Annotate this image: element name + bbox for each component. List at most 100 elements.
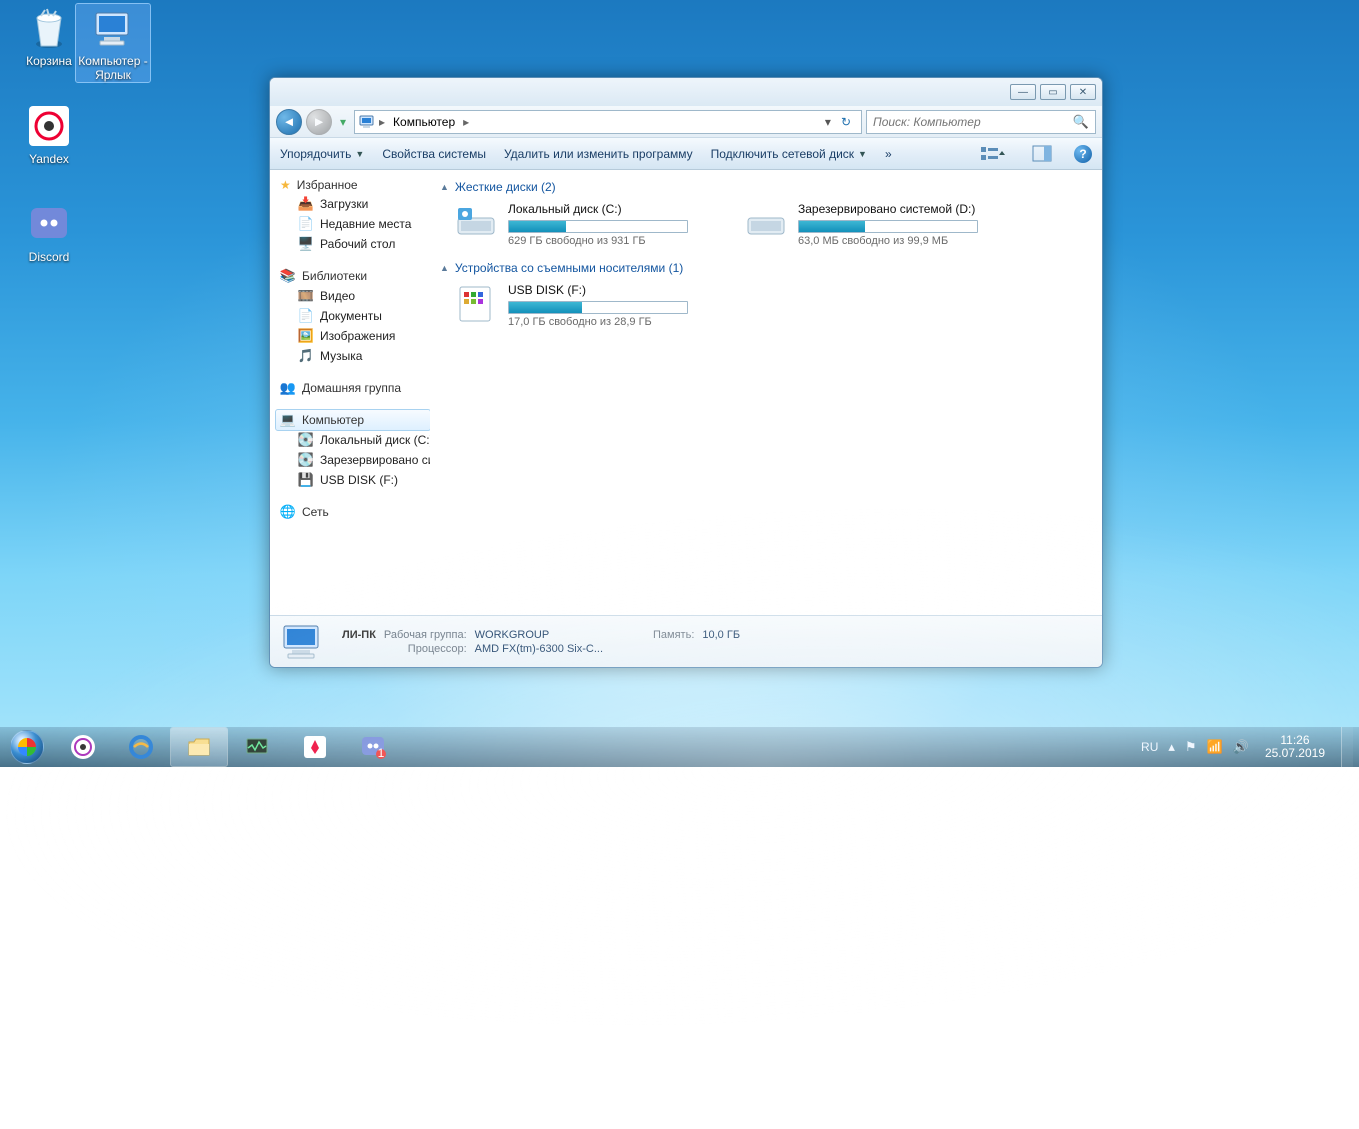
forward-button[interactable]: ► <box>306 109 332 135</box>
folder-icon: 📥 <box>298 196 314 212</box>
usb-drive-icon <box>454 283 498 323</box>
address-bar[interactable]: ▸ Компьютер ▸ ▾ ↻ <box>354 110 862 134</box>
window-titlebar[interactable]: — ▭ ✕ <box>270 78 1102 106</box>
taskbar-yandex-browser[interactable] <box>287 728 343 766</box>
desktop-icon-yandex[interactable]: Yandex <box>12 102 86 166</box>
nav-drive-c[interactable]: 💽Локальный диск (C:) <box>276 430 430 450</box>
nav-videos[interactable]: 🎞️Видео <box>276 286 430 306</box>
content-pane[interactable]: ▲Жесткие диски (2) Локальный диск (C:) 6… <box>430 170 1102 615</box>
search-box[interactable]: 🔍 <box>866 110 1096 134</box>
workgroup-label: Рабочая группа: <box>384 629 473 641</box>
nav-homegroup-header[interactable]: 👥Домашняя группа <box>276 378 430 398</box>
taskbar-yandex[interactable] <box>55 728 111 766</box>
computer-icon: 💻 <box>280 412 296 428</box>
breadcrumb-item[interactable]: Компьютер <box>389 113 459 131</box>
computer-name: ЛИ-ПК <box>342 629 382 641</box>
language-indicator[interactable]: RU <box>1141 740 1158 754</box>
usb-icon: 💾 <box>298 472 314 488</box>
clock-date: 25.07.2019 <box>1265 747 1325 760</box>
search-icon[interactable]: 🔍 <box>1073 114 1089 130</box>
nav-computer-header[interactable]: 💻Компьютер <box>276 410 430 430</box>
nav-recent[interactable]: 📄Недавние места <box>276 214 430 234</box>
drive-icon: 💽 <box>298 432 314 448</box>
libraries-icon: 📚 <box>280 268 296 284</box>
drive-name: USB DISK (F:) <box>508 283 704 297</box>
organize-menu[interactable]: Упорядочить▼ <box>280 147 364 161</box>
taskbar-discord[interactable]: 1 <box>345 728 401 766</box>
start-button[interactable] <box>0 727 54 767</box>
drive-name: Локальный диск (C:) <box>508 202 704 216</box>
drive-free: 629 ГБ свободно из 931 ГБ <box>508 235 704 247</box>
desktop-icon-discord[interactable]: Discord <box>12 200 86 264</box>
help-button[interactable]: ? <box>1074 145 1092 163</box>
network-icon: 🌐 <box>280 504 296 520</box>
taskbar-ie[interactable] <box>113 728 169 766</box>
maximize-button[interactable]: ▭ <box>1040 84 1066 100</box>
pictures-icon: 🖼️ <box>298 328 314 344</box>
homegroup-icon: 👥 <box>280 380 296 396</box>
refresh-button[interactable]: ↻ <box>835 115 857 129</box>
section-removable[interactable]: ▲Устройства со съемными носителями (1) <box>440 261 1092 275</box>
computer-icon <box>89 4 137 52</box>
capacity-bar <box>508 220 688 233</box>
desktop[interactable]: Корзина Компьютер - Ярлык Yandex Discord… <box>0 0 1359 767</box>
nav-pictures[interactable]: 🖼️Изображения <box>276 326 430 346</box>
desktop-icon-computer-shortcut[interactable]: Компьютер - Ярлык <box>76 4 150 82</box>
discord-icon: 1 <box>360 734 386 760</box>
desktop-icon-label: Корзина <box>12 54 86 68</box>
clock[interactable]: 11:26 25.07.2019 <box>1259 734 1331 760</box>
drive-f[interactable]: USB DISK (F:) 17,0 ГБ свободно из 28,9 Г… <box>454 283 704 328</box>
drive-d[interactable]: Зарезервировано системой (D:) 63,0 МБ св… <box>744 202 994 247</box>
nav-row: ◄ ► ▾ ▸ Компьютер ▸ ▾ ↻ 🔍 <box>270 106 1102 138</box>
taskbar-explorer[interactable] <box>171 728 227 766</box>
back-button[interactable]: ◄ <box>276 109 302 135</box>
cpu-label: Процессор: <box>384 643 473 655</box>
toolbar-overflow[interactable]: » <box>885 147 892 161</box>
video-icon: 🎞️ <box>298 288 314 304</box>
nav-music[interactable]: 🎵Музыка <box>276 346 430 366</box>
preview-pane-button[interactable] <box>1028 145 1056 163</box>
folder-icon <box>186 734 212 760</box>
nav-drive-f[interactable]: 💾USB DISK (F:) <box>276 470 430 490</box>
nav-network-header[interactable]: 🌐Сеть <box>276 502 430 522</box>
network-icon[interactable]: 📶 <box>1207 739 1223 755</box>
taskbar: 1 RU ▴ ⚑ 📶 🔊 11:26 25.07.2019 <box>0 727 1359 767</box>
uninstall-program-button[interactable]: Удалить или изменить программу <box>504 147 693 161</box>
search-input[interactable] <box>873 115 1073 129</box>
hard-drive-icon <box>454 202 498 242</box>
document-icon: 📄 <box>298 308 314 324</box>
show-desktop-button[interactable] <box>1341 727 1353 767</box>
discord-icon <box>25 200 73 248</box>
section-hard-drives[interactable]: ▲Жесткие диски (2) <box>440 180 1092 194</box>
computer-icon <box>280 622 326 662</box>
yandex-icon <box>25 102 73 150</box>
collapse-icon: ▲ <box>440 263 449 273</box>
address-dropdown-icon[interactable]: ▾ <box>825 115 831 129</box>
close-button[interactable]: ✕ <box>1070 84 1096 100</box>
nav-downloads[interactable]: 📥Загрузки <box>276 194 430 214</box>
nav-favorites-header[interactable]: ★Избранное <box>276 176 430 194</box>
desktop-icon-recycle-bin[interactable]: Корзина <box>12 4 86 68</box>
yandex-icon <box>70 734 96 760</box>
nav-documents[interactable]: 📄Документы <box>276 306 430 326</box>
drive-free: 63,0 МБ свободно из 99,9 МБ <box>798 235 994 247</box>
flag-icon[interactable]: ⚑ <box>1185 739 1197 755</box>
view-options-button[interactable] <box>976 145 1010 163</box>
volume-icon[interactable]: 🔊 <box>1233 739 1249 755</box>
internet-explorer-icon <box>128 734 154 760</box>
drive-c[interactable]: Локальный диск (C:) 629 ГБ свободно из 9… <box>454 202 704 247</box>
computer-icon <box>359 114 375 130</box>
nav-drive-d[interactable]: 💽Зарезервировано системой (D:) <box>276 450 430 470</box>
nav-desktop[interactable]: 🖥️Рабочий стол <box>276 234 430 254</box>
show-hidden-icons[interactable]: ▴ <box>1168 739 1175 755</box>
breadcrumb-separator-icon: ▸ <box>379 115 385 129</box>
nav-libraries-header[interactable]: 📚Библиотеки <box>276 266 430 286</box>
recent-locations-dropdown[interactable]: ▾ <box>336 109 350 135</box>
system-properties-button[interactable]: Свойства системы <box>382 147 486 161</box>
recent-icon: 📄 <box>298 216 314 232</box>
taskbar-resource-monitor[interactable] <box>229 728 285 766</box>
minimize-button[interactable]: — <box>1010 84 1036 100</box>
desktop-icon-label: Компьютер - Ярлык <box>76 54 150 82</box>
map-network-drive-button[interactable]: Подключить сетевой диск▼ <box>711 147 867 161</box>
monitor-icon <box>244 734 270 760</box>
